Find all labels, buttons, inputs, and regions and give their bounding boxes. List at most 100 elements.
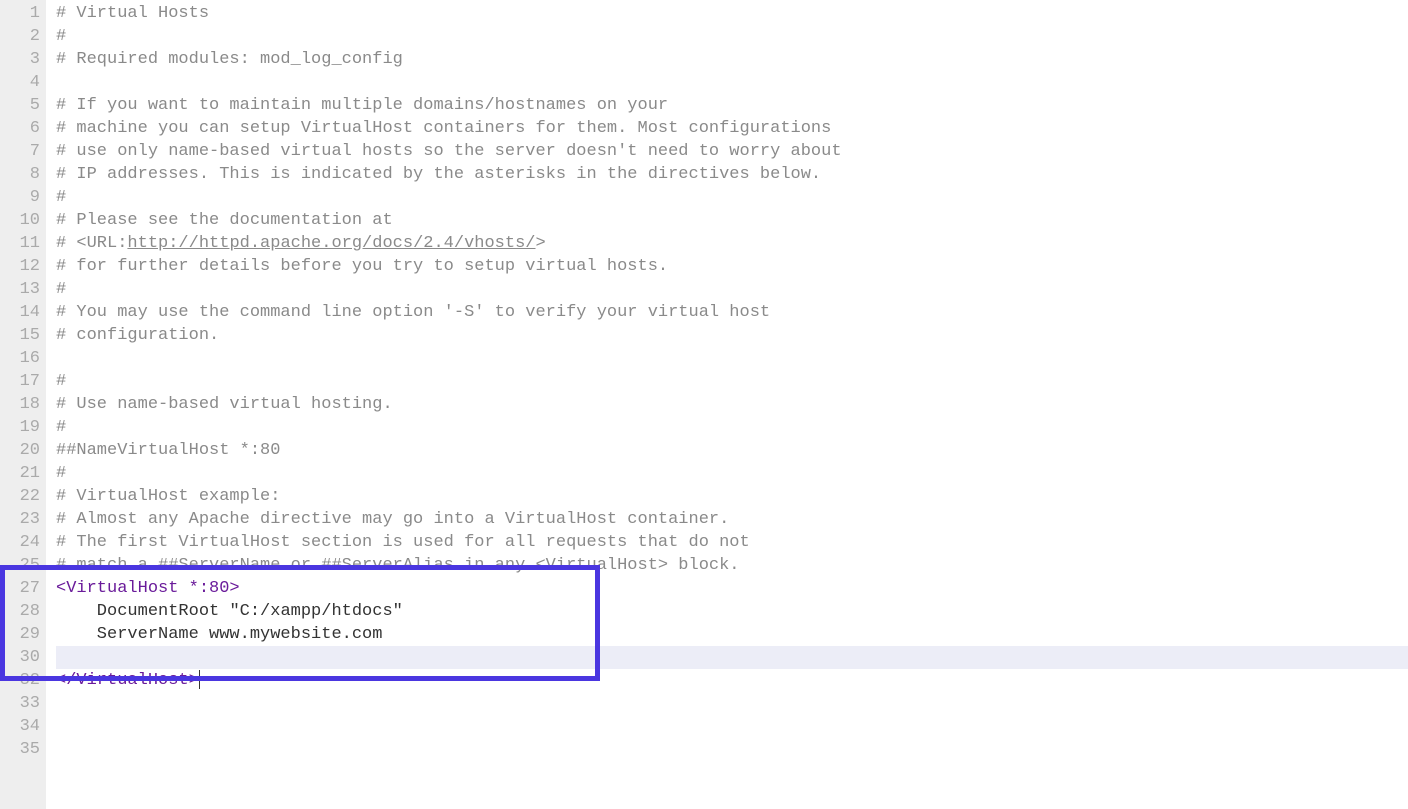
comment-text: # machine you can setup VirtualHost cont… bbox=[56, 119, 831, 138]
line-number: 22 bbox=[10, 485, 40, 508]
code-line[interactable]: # You may use the command line option '-… bbox=[56, 301, 1408, 324]
line-number: 23 bbox=[10, 508, 40, 531]
comment-text: # configuration. bbox=[56, 326, 219, 345]
code-line[interactable]: # bbox=[56, 25, 1408, 48]
code-line[interactable]: # If you want to maintain multiple domai… bbox=[56, 94, 1408, 117]
code-line[interactable]: # configuration. bbox=[56, 324, 1408, 347]
line-number: 25 bbox=[10, 554, 40, 577]
comment-text: ##NameVirtualHost *:80 bbox=[56, 441, 280, 460]
link-text: http://httpd.apache.org/docs/2.4/vhosts/ bbox=[127, 234, 535, 253]
string-text: "C:/xampp/htdocs" bbox=[229, 602, 402, 621]
code-line[interactable]: ##NameVirtualHost *:80 bbox=[56, 439, 1408, 462]
comment-text: # IP addresses. This is indicated by the… bbox=[56, 165, 821, 184]
line-number: 2 bbox=[10, 25, 40, 48]
line-number-gutter: 1234567891011121314151617181920212223242… bbox=[0, 0, 46, 809]
line-number: 24 bbox=[10, 531, 40, 554]
line-number: 18 bbox=[10, 393, 40, 416]
comment-text: # Use name-based virtual hosting. bbox=[56, 395, 393, 414]
comment-text: # Required modules: mod_log_config bbox=[56, 50, 403, 69]
comment-text: # The first VirtualHost section is used … bbox=[56, 533, 750, 552]
comment-text: # <URL: bbox=[56, 234, 127, 253]
code-line[interactable]: <VirtualHost *:80> bbox=[56, 577, 1408, 600]
line-number: 1 bbox=[10, 2, 40, 25]
code-line[interactable] bbox=[56, 715, 1408, 738]
code-line[interactable]: # match a ##ServerName or ##ServerAlias … bbox=[56, 554, 1408, 577]
line-number: 6 bbox=[10, 117, 40, 140]
line-number: 14 bbox=[10, 301, 40, 324]
line-number: 17 bbox=[10, 370, 40, 393]
code-line[interactable]: # Please see the documentation at bbox=[56, 209, 1408, 232]
comment-text: # You may use the command line option '-… bbox=[56, 303, 770, 322]
code-line[interactable] bbox=[56, 669, 1408, 692]
line-number: 27 bbox=[10, 577, 40, 600]
line-number: 29 bbox=[10, 623, 40, 646]
code-line[interactable] bbox=[56, 71, 1408, 94]
code-line[interactable]: # bbox=[56, 186, 1408, 209]
code-line[interactable]: # IP addresses. This is indicated by the… bbox=[56, 163, 1408, 186]
code-line[interactable]: # VirtualHost example: bbox=[56, 485, 1408, 508]
line-number: 5 bbox=[10, 94, 40, 117]
code-line[interactable] bbox=[56, 738, 1408, 761]
code-line[interactable] bbox=[56, 692, 1408, 715]
tag-text: <VirtualHost *:80> bbox=[56, 579, 240, 598]
line-number: 32 bbox=[10, 669, 40, 692]
attr-text: ServerName www.mywebsite.com bbox=[56, 625, 382, 644]
line-number: 9 bbox=[10, 186, 40, 209]
comment-text: # bbox=[56, 418, 66, 437]
line-number: 28 bbox=[10, 600, 40, 623]
code-area[interactable]: # Virtual Hosts # # Required modules: mod_… bbox=[46, 0, 1408, 809]
code-line[interactable] bbox=[56, 347, 1408, 370]
comment-text: # for further details before you try to … bbox=[56, 257, 668, 276]
line-number: 16 bbox=[10, 347, 40, 370]
code-line[interactable]: # <URL:http://httpd.apache.org/docs/2.4/… bbox=[56, 232, 1408, 255]
line-number: 11 bbox=[10, 232, 40, 255]
line-number: 7 bbox=[10, 140, 40, 163]
comment-text: # bbox=[56, 464, 66, 483]
comment-text: # Virtual Hosts bbox=[56, 4, 209, 23]
line-number: 19 bbox=[10, 416, 40, 439]
code-line[interactable]: DocumentRoot "C:/xampp/htdocs" bbox=[56, 600, 1408, 623]
line-number: 15 bbox=[10, 324, 40, 347]
code-line[interactable]: # bbox=[56, 416, 1408, 439]
code-line[interactable]: # use only name-based virtual hosts so t… bbox=[56, 140, 1408, 163]
line-number: 13 bbox=[10, 278, 40, 301]
comment-text: # match a ##ServerName or ##ServerAlias … bbox=[56, 556, 740, 575]
line-number: 8 bbox=[10, 163, 40, 186]
line-number: 20 bbox=[10, 439, 40, 462]
comment-text: # If you want to maintain multiple domai… bbox=[56, 96, 668, 115]
line-number: 21 bbox=[10, 462, 40, 485]
comment-text: > bbox=[536, 234, 546, 253]
comment-text: # Almost any Apache directive may go int… bbox=[56, 510, 729, 529]
current-line-highlight bbox=[56, 646, 1408, 669]
line-number: 30 bbox=[10, 646, 40, 669]
code-line[interactable]: # bbox=[56, 278, 1408, 301]
code-line[interactable]: # Virtual Hosts bbox=[56, 2, 1408, 25]
code-line[interactable]: # machine you can setup VirtualHost cont… bbox=[56, 117, 1408, 140]
line-number: 35 bbox=[10, 738, 40, 761]
comment-text: # bbox=[56, 372, 66, 391]
tag-text: </VirtualHost> bbox=[56, 671, 199, 690]
code-line[interactable]: # The first VirtualHost section is used … bbox=[56, 531, 1408, 554]
line-number: 3 bbox=[10, 48, 40, 71]
code-editor[interactable]: 1234567891011121314151617181920212223242… bbox=[0, 0, 1408, 809]
code-line[interactable]: # bbox=[56, 370, 1408, 393]
code-line[interactable]: </VirtualHost> bbox=[56, 646, 1408, 669]
line-number: 34 bbox=[10, 715, 40, 738]
code-line[interactable]: # for further details before you try to … bbox=[56, 255, 1408, 278]
comment-text: # use only name-based virtual hosts so t… bbox=[56, 142, 842, 161]
comment-text: # bbox=[56, 27, 66, 46]
code-line[interactable]: # Use name-based virtual hosting. bbox=[56, 393, 1408, 416]
comment-text: # VirtualHost example: bbox=[56, 487, 280, 506]
comment-text: # Please see the documentation at bbox=[56, 211, 393, 230]
attr-text: DocumentRoot bbox=[56, 602, 229, 621]
line-number: 12 bbox=[10, 255, 40, 278]
text-caret bbox=[199, 670, 200, 689]
code-line[interactable]: # bbox=[56, 462, 1408, 485]
code-line[interactable]: # Required modules: mod_log_config bbox=[56, 48, 1408, 71]
comment-text: # bbox=[56, 188, 66, 207]
line-number: 33 bbox=[10, 692, 40, 715]
code-line[interactable]: # Almost any Apache directive may go int… bbox=[56, 508, 1408, 531]
code-line[interactable]: ServerName www.mywebsite.com bbox=[56, 623, 1408, 646]
comment-text: # bbox=[56, 280, 66, 299]
line-number: 10 bbox=[10, 209, 40, 232]
